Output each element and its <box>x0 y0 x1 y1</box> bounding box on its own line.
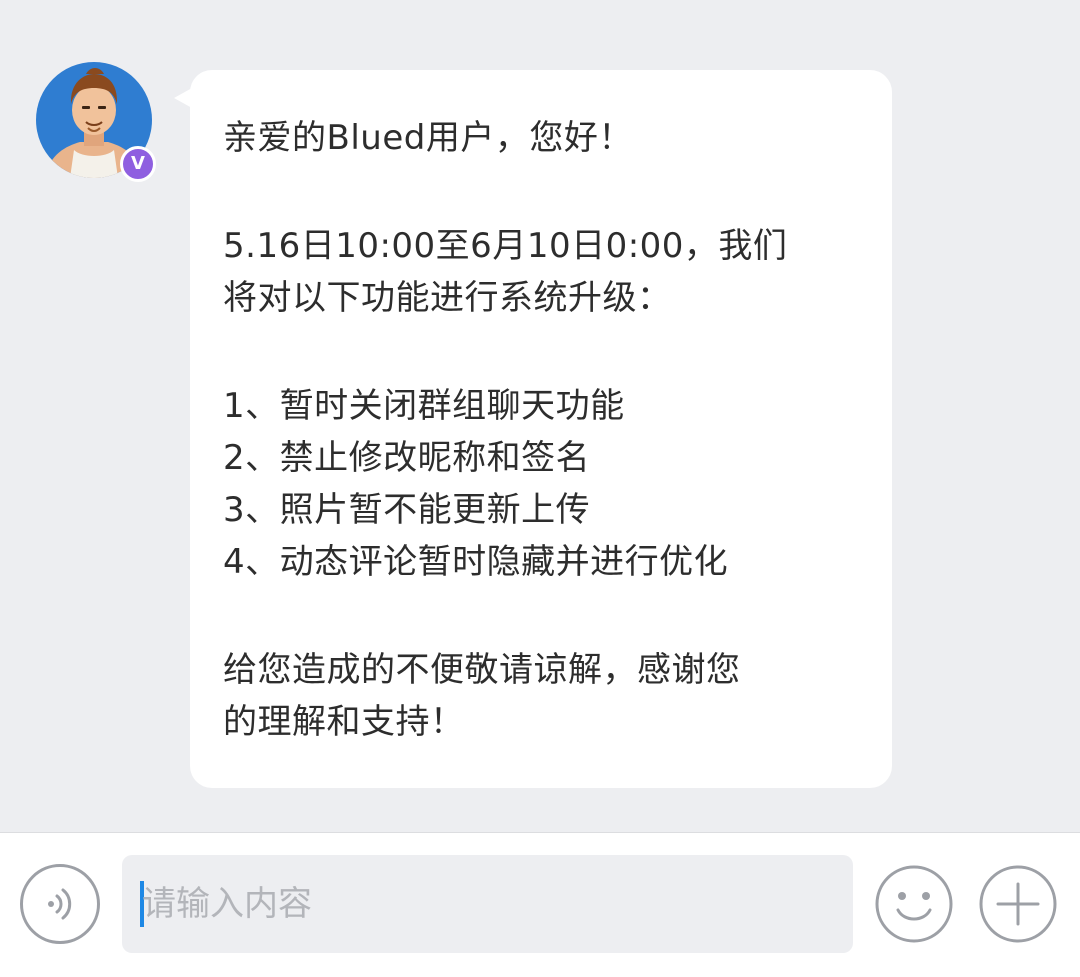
message-gap <box>223 588 862 644</box>
message-bubble[interactable]: 亲爱的Blued用户，您好！ 5.16日10:00至6月10日0:00，我们 将… <box>190 70 892 788</box>
input-bar: 请输入内容 <box>0 832 1080 977</box>
plus-icon <box>979 865 1057 943</box>
smiley-icon <box>875 865 953 943</box>
message-list-item: 4、动态评论暂时隐藏并进行优化 <box>223 542 729 582</box>
verified-badge: V <box>120 146 156 182</box>
chat-area: V 亲爱的Blued用户，您好！ 5.16日10:00至6月10日0:00，我们… <box>0 0 1080 832</box>
message-line: 的理解和支持！ <box>223 702 465 742</box>
message-line: 将对以下功能进行系统升级： <box>223 278 672 318</box>
message-line: 给您造成的不便敬请谅解，感谢您 <box>223 650 741 690</box>
message-line: 5.16日10:00至6月10日0:00，我们 <box>223 226 788 266</box>
message-greeting: 亲爱的Blued用户，您好！ <box>223 118 633 158</box>
voice-button[interactable] <box>20 864 100 944</box>
emoji-button[interactable] <box>874 864 954 944</box>
message-list-item: 1、暂时关闭群组聊天功能 <box>223 386 625 426</box>
message-gap <box>223 164 862 220</box>
message-list-item: 2、禁止修改昵称和签名 <box>223 438 591 478</box>
message-list-item: 3、照片暂不能更新上传 <box>223 490 591 530</box>
voice-icon <box>48 888 72 920</box>
message-input[interactable]: 请输入内容 <box>122 855 853 953</box>
input-placeholder: 请输入内容 <box>142 884 312 924</box>
message-gap <box>223 324 862 380</box>
sender-avatar[interactable]: V <box>36 62 156 182</box>
add-button[interactable] <box>978 864 1058 944</box>
